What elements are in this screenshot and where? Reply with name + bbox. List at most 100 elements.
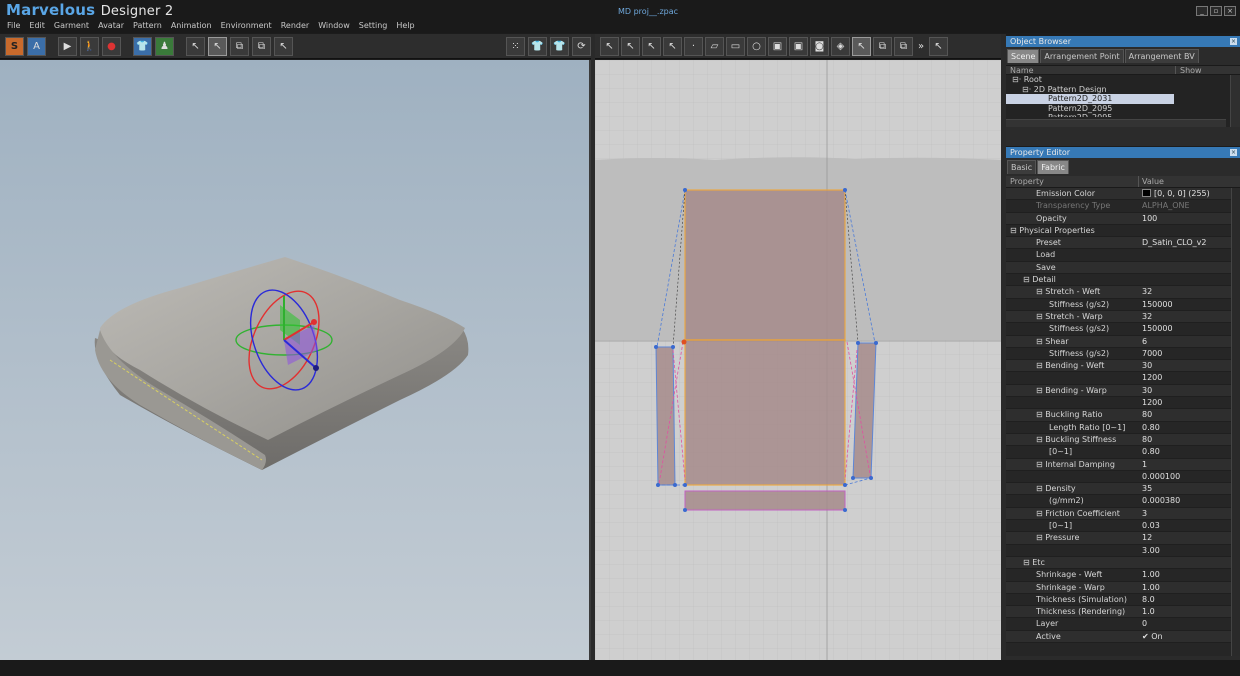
sew-free-icon[interactable]: ⧉ <box>894 36 913 56</box>
property-value[interactable]: [0, 0, 0] (255) <box>1139 188 1240 199</box>
property-value[interactable] <box>1139 557 1240 568</box>
transform-icon[interactable]: ↖ <box>852 36 871 56</box>
tree-item-pattern[interactable]: Pattern2D_2095 <box>1006 104 1240 114</box>
property-row[interactable]: ⊟ Buckling Ratio 80 <box>1006 409 1240 422</box>
overflow-icon[interactable]: » <box>915 37 927 56</box>
pin-cursor-icon[interactable]: ↖ <box>274 36 293 56</box>
property-value[interactable] <box>1139 274 1240 285</box>
property-row[interactable]: Save <box>1006 261 1240 275</box>
vertical-scrollbar[interactable] <box>1231 188 1240 656</box>
restore-button[interactable]: ▫ <box>1210 6 1222 16</box>
shirt-dark-icon[interactable]: 👕 <box>528 36 547 56</box>
property-value[interactable]: 80 <box>1139 434 1240 445</box>
internal-polygon-icon[interactable]: ▣ <box>768 36 787 56</box>
property-value[interactable]: 0.03 <box>1139 520 1240 531</box>
tree-item-root[interactable]: ⊟· Root <box>1006 75 1240 85</box>
horizontal-scrollbar[interactable] <box>1006 119 1226 127</box>
property-value[interactable]: 7000 <box>1139 348 1240 359</box>
property-value[interactable]: 1200 <box>1139 397 1240 408</box>
property-row[interactable]: Emission Color [0, 0, 0] (255) <box>1006 188 1240 201</box>
property-row[interactable]: ⊟ Etc <box>1006 556 1240 570</box>
property-value[interactable]: 80 <box>1139 409 1240 420</box>
property-row[interactable]: Shrinkage - Weft 1.00 <box>1006 569 1240 582</box>
property-row[interactable]: Active ✔ On <box>1006 630 1240 643</box>
property-value[interactable]: 1.00 <box>1139 582 1240 593</box>
property-value[interactable] <box>1139 225 1240 236</box>
property-row[interactable]: 1200 <box>1006 397 1240 410</box>
sew-icon[interactable]: ⧉ <box>873 36 892 56</box>
property-row[interactable]: Opacity 100 <box>1006 212 1240 225</box>
circle-icon[interactable]: ○ <box>747 36 766 56</box>
property-row[interactable]: ⊟ Internal Damping 1 <box>1006 458 1240 471</box>
move-cursor-icon[interactable]: ↖ <box>208 36 227 56</box>
close-icon[interactable]: × <box>1230 38 1237 45</box>
property-row[interactable]: Load <box>1006 249 1240 262</box>
tree-item-pattern[interactable]: Pattern2D_2095 <box>1006 113 1240 117</box>
property-value[interactable]: 0.80 <box>1139 422 1240 433</box>
property-row[interactable]: [0~1] 0.03 <box>1006 520 1240 533</box>
select-cursor-icon[interactable]: ↖ <box>186 36 205 56</box>
shirt-outline-icon[interactable]: 👕 <box>550 36 569 56</box>
property-row[interactable]: ⊟ Density 35 <box>1006 483 1240 496</box>
pin-2d-icon[interactable]: ↖ <box>929 36 948 56</box>
property-value[interactable]: 1.00 <box>1139 569 1240 580</box>
property-row[interactable]: Thickness (Simulation) 8.0 <box>1006 593 1240 607</box>
menu-avatar[interactable]: Avatar <box>98 20 124 33</box>
property-value[interactable]: ✔ On <box>1139 631 1240 642</box>
property-value[interactable] <box>1139 262 1240 273</box>
garment-icon[interactable]: 👕 <box>133 36 152 56</box>
property-value[interactable]: 0.000100 <box>1139 471 1240 482</box>
color-swatch[interactable] <box>1142 189 1151 197</box>
property-value[interactable]: 1.0 <box>1139 606 1240 617</box>
rectangle-icon[interactable]: ▭ <box>726 36 745 56</box>
tab-scene[interactable]: Scene <box>1007 49 1040 63</box>
add-point-icon[interactable]: ↖ <box>663 36 682 56</box>
tab-basic[interactable]: Basic <box>1007 160 1037 174</box>
property-value[interactable]: 1 <box>1139 459 1240 470</box>
reset-icon[interactable]: ⟳ <box>572 36 591 56</box>
column-name[interactable]: Name <box>1006 66 1176 75</box>
property-row[interactable]: (g/mm2) 0.000380 <box>1006 495 1240 508</box>
tree-item-pattern[interactable]: Pattern2D_2031 <box>1006 94 1174 104</box>
fold-icon[interactable]: ⧉ <box>230 36 249 56</box>
tab-arrangement-point[interactable]: Arrangement Point <box>1040 49 1124 63</box>
close-icon[interactable]: × <box>1230 149 1237 156</box>
property-value[interactable]: 32 <box>1139 286 1240 297</box>
minimize-button[interactable]: _ <box>1196 6 1208 16</box>
property-value[interactable] <box>1139 249 1240 260</box>
points-icon[interactable]: ⁙ <box>506 36 525 56</box>
property-value[interactable]: 35 <box>1139 483 1240 494</box>
dart-icon[interactable]: ◈ <box>831 36 850 56</box>
book-icon[interactable]: ⧉ <box>252 36 271 56</box>
tab-fabric[interactable]: Fabric <box>1037 160 1069 174</box>
internal-rect-icon[interactable]: ▣ <box>789 36 808 56</box>
property-row[interactable]: ⊟ Physical Properties <box>1006 224 1240 238</box>
property-row[interactable]: [0~1] 0.80 <box>1006 446 1240 459</box>
property-row[interactable]: ⊟ Friction Coefficient 3 <box>1006 507 1240 521</box>
tree-item-2d-pattern-design[interactable]: ⊟· 2D Pattern Design <box>1006 85 1240 95</box>
property-value[interactable]: 32 <box>1139 311 1240 322</box>
property-value[interactable]: 150000 <box>1139 299 1240 310</box>
property-row[interactable]: Stiffness (g/s2) 150000 <box>1006 298 1240 311</box>
property-row[interactable]: Thickness (Rendering) 1.0 <box>1006 606 1240 619</box>
property-row[interactable]: 1200 <box>1006 372 1240 385</box>
column-show[interactable]: Show <box>1176 66 1202 75</box>
menu-file[interactable]: File <box>7 20 20 33</box>
property-value[interactable]: 100 <box>1139 213 1240 224</box>
property-row[interactable]: ⊟ Detail <box>1006 274 1240 287</box>
property-value[interactable]: 0 <box>1139 618 1240 629</box>
record-icon[interactable]: ● <box>102 36 121 56</box>
close-button[interactable]: × <box>1224 6 1236 16</box>
property-value[interactable]: 3.00 <box>1139 545 1240 556</box>
property-value[interactable]: 1200 <box>1139 372 1240 383</box>
column-property[interactable]: Property <box>1006 176 1139 187</box>
property-row[interactable]: ⊟ Bending - Weft 30 <box>1006 360 1240 373</box>
menu-render[interactable]: Render <box>281 20 309 33</box>
property-row[interactable]: 0.000100 <box>1006 470 1240 484</box>
property-value[interactable]: ALPHA_ONE <box>1139 200 1240 211</box>
menu-help[interactable]: Help <box>396 20 414 33</box>
edit-point-icon[interactable]: ↖ <box>621 36 640 56</box>
property-value[interactable]: 6 <box>1139 336 1240 347</box>
column-value[interactable]: Value <box>1139 176 1164 187</box>
property-value[interactable]: 30 <box>1139 360 1240 371</box>
